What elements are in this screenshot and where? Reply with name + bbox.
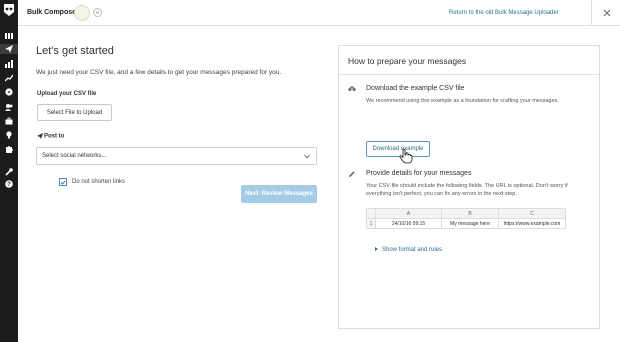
column-header: C — [498, 208, 566, 219]
sidebar-item-compass[interactable] — [3, 87, 15, 97]
social-networks-select[interactable]: Select social networks... — [36, 147, 317, 165]
compass-icon — [5, 88, 13, 96]
step1-title: Download the example CSV file — [366, 85, 465, 92]
row-number: 1 — [366, 218, 376, 229]
step1-description: We recommend using this example as a fou… — [366, 98, 559, 104]
puzzle-icon — [6, 146, 13, 153]
cloud-download-icon — [348, 86, 356, 92]
instructions-card: How to prepare your messages Download th… — [338, 45, 600, 329]
select-file-button[interactable]: Select File to Upload — [37, 104, 112, 121]
sidebar: ? — [0, 0, 18, 342]
streams-icon — [5, 33, 13, 39]
pencil-icon — [349, 171, 355, 177]
divider — [591, 0, 592, 26]
shorten-links-checkbox[interactable] — [59, 178, 67, 186]
download-example-button[interactable]: Download example — [366, 141, 430, 157]
post-to-label-row: Post to — [37, 133, 64, 140]
sidebar-item-lightbulb[interactable] — [3, 130, 15, 140]
lightbulb-icon — [6, 131, 12, 139]
sidebar-item-help[interactable]: ? — [3, 179, 15, 189]
next-review-messages-button[interactable]: Next: Review Messages — [241, 185, 317, 203]
chevron-down-icon — [304, 154, 310, 159]
sidebar-item-analytics[interactable] — [3, 59, 15, 69]
sidebar-item-briefcase[interactable] — [3, 116, 15, 126]
page-title: Bulk Composer — [27, 9, 79, 16]
publisher-send-icon — [5, 45, 13, 53]
caret-right-icon — [375, 247, 378, 251]
column-header: A — [375, 208, 442, 219]
owl-logo-icon[interactable] — [3, 3, 15, 17]
sidebar-item-streams[interactable] — [3, 31, 15, 41]
top-bar: Bulk Composer Return to the old Bulk Mes… — [18, 0, 620, 26]
card-header: How to prepare your messages — [339, 46, 599, 75]
svg-text:?: ? — [7, 182, 11, 188]
show-format-rules-link[interactable]: Show format and rules — [375, 247, 442, 253]
column-header: B — [441, 208, 499, 219]
sidebar-item-puzzle[interactable] — [3, 144, 15, 154]
table-header-row: A B C — [366, 208, 566, 219]
csv-example-table: A B C 1 24/10/16 09:15 My message here h… — [366, 208, 566, 229]
page-heading: Let's get started — [36, 45, 114, 57]
step2-description: Your CSV file should include the followi… — [366, 183, 568, 197]
table-cell-message: My message here — [441, 218, 499, 229]
card-title: How to prepare your messages — [348, 56, 467, 66]
post-to-label: Post to — [44, 133, 65, 140]
table-cell-date: 24/10/16 09:15 — [375, 218, 442, 229]
send-icon — [37, 133, 43, 139]
main-content: Let's get started We just need your CSV … — [18, 26, 620, 342]
wrench-icon — [5, 168, 13, 176]
help-icon: ? — [5, 180, 13, 188]
hand-cursor-icon — [399, 148, 413, 164]
table-cell-url: https://www.example.com — [498, 218, 566, 229]
intro-text: We just need your CSV file, and a few de… — [36, 69, 282, 76]
social-networks-placeholder: Select social networks... — [42, 153, 107, 159]
trending-up-icon — [5, 74, 13, 82]
close-icon[interactable] — [601, 7, 613, 19]
show-format-rules-label: Show format and rules — [382, 247, 443, 253]
step2-title: Provide details for your messages — [366, 170, 472, 177]
sidebar-item-publisher[interactable] — [0, 44, 18, 54]
chevron-down-icon[interactable] — [93, 8, 102, 17]
table-row: 1 24/10/16 09:15 My message here https:/… — [366, 218, 566, 229]
sidebar-item-trending[interactable] — [3, 73, 15, 83]
analytics-bars-icon — [5, 60, 13, 68]
checkmark-icon — [60, 180, 66, 185]
sidebar-item-contacts[interactable] — [3, 102, 15, 112]
table-corner-cell — [366, 208, 376, 219]
sidebar-item-wrench[interactable] — [3, 167, 15, 177]
shorten-links-label: Do not shorten links — [72, 179, 126, 185]
contacts-icon — [5, 104, 13, 111]
avatar[interactable] — [74, 5, 90, 21]
return-old-uploader-link[interactable]: Return to the old Bulk Message Uploader — [449, 10, 559, 16]
upload-label: Upload your CSV file — [37, 91, 97, 97]
briefcase-icon — [5, 117, 13, 125]
